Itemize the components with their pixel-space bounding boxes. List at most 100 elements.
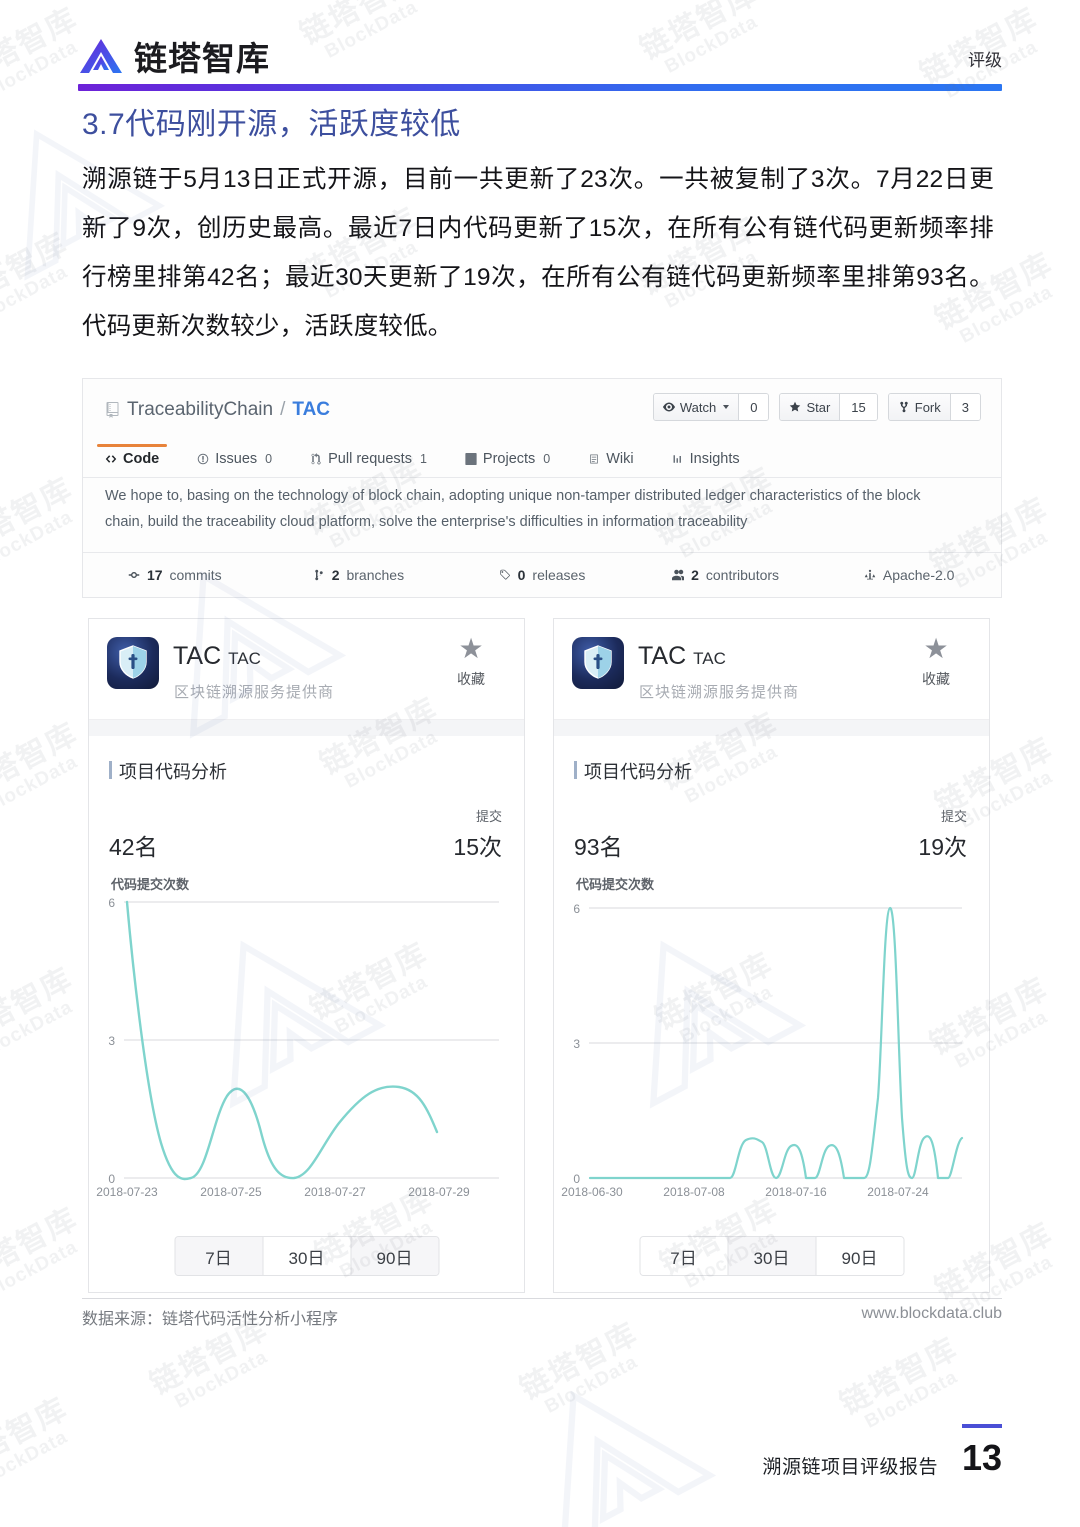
card-divider-right — [554, 720, 989, 736]
mountain-logo-icon — [80, 39, 122, 73]
tab-projects-label: Projects — [482, 451, 536, 467]
range-7d-left[interactable]: 7日 — [175, 1237, 263, 1275]
ytick-6: 6 — [573, 902, 580, 916]
range-90d-right[interactable]: 90日 — [816, 1237, 903, 1275]
stat-branches-value: 2 — [331, 567, 340, 583]
xtick-1: 2018-07-08 — [663, 1185, 725, 1198]
range-30d-right[interactable]: 30日 — [728, 1237, 816, 1275]
star-button-group[interactable]: Star 15 — [779, 393, 878, 421]
tab-insights[interactable]: Insights — [668, 444, 744, 477]
brand-name: 链塔智库 — [134, 39, 270, 78]
fork-count: 3 — [949, 394, 980, 420]
shield-app-icon — [572, 637, 624, 689]
stat-releases[interactable]: 0 releases — [450, 567, 634, 583]
tab-wiki[interactable]: Wiki — [584, 444, 637, 477]
stat-releases-value: 0 — [517, 567, 526, 583]
app-subtitle-left: 区块链溯源服务提供商 — [174, 684, 335, 701]
people-icon — [672, 569, 685, 581]
law-icon — [864, 569, 876, 580]
chart-left: 代码提交次数 6 3 0 2018-07-23 2018-07-25 2018-… — [89, 874, 524, 1204]
source-divider — [82, 1298, 1002, 1299]
star-count: 15 — [839, 394, 877, 420]
page-number-accent-bar — [962, 1424, 1002, 1428]
page-header: 链塔智库 评级 — [78, 28, 1002, 90]
ytick-3: 3 — [573, 1037, 580, 1051]
watch-button[interactable]: Watch — [653, 394, 739, 420]
github-header: TraceabilityChain / TAC Watch 0 Star 15 … — [83, 379, 1001, 478]
mobile-card-left: TAC TAC 区块链溯源服务提供商 ★ 收藏 项目代码分析 42名 提交 15… — [88, 618, 525, 1293]
ytick-0: 0 — [108, 1172, 115, 1186]
stat-releases-label: releases — [532, 567, 586, 583]
watermark: 链塔智库BlockData — [0, 1392, 74, 1493]
range-selector-right[interactable]: 7日 30日 90日 — [639, 1236, 904, 1276]
tab-projects[interactable]: Projects 0 — [461, 444, 554, 477]
ytick-3: 3 — [108, 1034, 115, 1048]
repo-name[interactable]: TAC — [292, 399, 330, 421]
commit-value-right: 19次 — [918, 834, 967, 860]
tab-code[interactable]: Code — [96, 444, 168, 477]
favorite-button-left[interactable]: ★ 收藏 — [440, 635, 502, 689]
app-name-small-left: TAC — [228, 649, 261, 668]
repo-description: We hope to, basing on the technology of … — [105, 488, 921, 530]
watermark: 链塔智库BlockData — [0, 962, 79, 1063]
range-7d-right[interactable]: 7日 — [640, 1237, 728, 1275]
page-title: 3.7代码刚开源，活跃度较低 — [82, 108, 461, 141]
app-subtitle-right: 区块链溯源服务提供商 — [639, 684, 800, 701]
commit-metric-right: 提交 19次 — [918, 806, 967, 862]
github-tab-bar: Code Issues 0 Pull requests 1 Projects 0… — [96, 444, 744, 477]
rank-value-left: 42名 — [109, 834, 158, 860]
commit-caption-left: 提交 — [475, 809, 502, 824]
watermark: 链塔智库BlockData — [0, 1202, 84, 1303]
watch-label: Watch — [679, 399, 717, 415]
xtick-2: 2018-07-16 — [765, 1185, 827, 1198]
watermark: 链塔智库BlockData — [0, 717, 84, 818]
fork-label: Fork — [914, 399, 941, 415]
range-90d-left[interactable]: 90日 — [351, 1237, 438, 1275]
line-chart-left: 6 3 0 2018-07-23 2018-07-25 2018-07-27 2… — [96, 896, 499, 1198]
tab-issues-label: Issues — [215, 451, 258, 467]
star-label: Star — [806, 399, 831, 415]
tab-pull-requests[interactable]: Pull requests 1 — [306, 444, 431, 477]
stat-commits[interactable]: 17 commits — [83, 567, 267, 583]
star-icon: ★ — [923, 633, 949, 664]
report-title: 溯源链项目评级报告 — [762, 1457, 938, 1478]
star-icon: ★ — [458, 633, 484, 664]
favorite-label-left: 收藏 — [457, 671, 485, 687]
fork-button[interactable]: Fork — [888, 394, 950, 420]
code-icon — [105, 455, 117, 463]
stat-contributors[interactable]: 2 contributors — [634, 567, 818, 583]
issue-icon — [198, 453, 209, 465]
fork-button-group[interactable]: Fork 3 — [887, 393, 981, 421]
breadcrumb: TraceabilityChain / TAC — [105, 399, 330, 421]
favorite-label-right: 收藏 — [922, 671, 950, 687]
watermark: 链塔智库BlockData — [834, 1332, 964, 1433]
ytick-6: 6 — [108, 896, 115, 910]
tab-insights-label: Insights — [689, 451, 740, 467]
chevron-down-icon — [723, 405, 730, 409]
watch-button-group[interactable]: Watch 0 — [652, 393, 770, 421]
xtick-0: 2018-06-30 — [561, 1185, 623, 1198]
tab-wiki-label: Wiki — [606, 451, 634, 467]
repo-action-buttons: Watch 0 Star 15 Fork 3 — [652, 393, 981, 421]
app-name-right: TAC — [638, 642, 687, 670]
mountain-logo-watermark — [559, 1390, 717, 1527]
tab-code-label: Code — [123, 451, 160, 467]
repo-owner[interactable]: TraceabilityChain — [127, 399, 273, 421]
page-root: 链塔智库 评级 3.7代码刚开源，活跃度较低 溯源链于5月13日正式开源，目前一… — [0, 0, 1080, 1527]
favorite-button-right[interactable]: ★ 收藏 — [905, 635, 967, 689]
tab-pull-requests-badge: 1 — [419, 452, 427, 466]
range-selector-left[interactable]: 7日 30日 90日 — [174, 1236, 439, 1276]
line-chart-right: 6 3 0 2018-06-30 2018-07-08 2018-07-16 2… — [561, 902, 964, 1198]
tab-issues[interactable]: Issues 0 — [193, 444, 276, 477]
stat-branches[interactable]: 2 branches — [267, 567, 451, 583]
range-30d-left[interactable]: 30日 — [263, 1237, 351, 1275]
stat-contributors-label: contributors — [705, 567, 780, 583]
header-gradient-rule — [78, 84, 1002, 91]
star-button[interactable]: Star — [780, 394, 840, 420]
fork-icon — [900, 401, 908, 413]
site-url: www.blockdata.club — [861, 1305, 1002, 1322]
commit-value-left: 15次 — [453, 834, 502, 860]
shield-app-icon — [107, 637, 159, 689]
chart-right: 代码提交次数 6 3 0 2018-06-30 2018-07-08 2018-… — [554, 874, 989, 1204]
stat-license[interactable]: Apache-2.0 — [817, 567, 1001, 583]
